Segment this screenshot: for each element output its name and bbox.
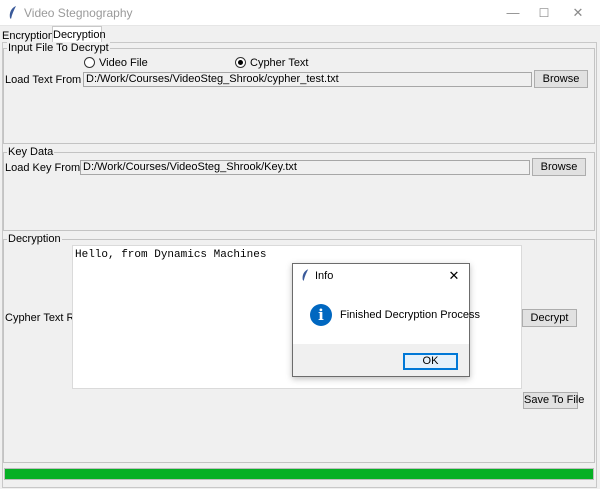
browse-cypher-button[interactable]: Browse [534,70,588,88]
radio-video-file-label[interactable]: Video File [99,57,148,69]
dialog-body: i Finished Decryption Process [293,288,480,344]
window-title: Video Stegnography [24,6,133,20]
decryption-legend: Decryption [7,233,62,245]
feather-icon [9,6,16,19]
browse-key-button[interactable]: Browse [532,158,586,176]
key-data-legend: Key Data [7,146,55,158]
dialog-title: Info [315,270,334,282]
close-button[interactable]: ✕ [561,0,595,26]
info-icon: i [310,304,332,326]
dialog-message: Finished Decryption Process [340,309,481,321]
key-file-path-input[interactable]: D:/Work/Courses/VideoSteg_Shrook/Key.txt [80,160,530,175]
radio-selected-dot [238,60,243,65]
tab-decryption[interactable]: Decryption [52,26,106,43]
radio-cypher-text-label[interactable]: Cypher Text [250,57,309,69]
minimize-button[interactable]: — [496,0,530,26]
dialog-ok-button[interactable]: OK [403,353,458,370]
info-dialog: Info ✕ i Finished Decryption Process OK [292,263,480,377]
decrypt-button[interactable]: Decrypt [522,309,577,327]
dialog-close-button[interactable]: ✕ [443,267,465,285]
tab-encryption[interactable]: Encryption [2,29,54,43]
radio-cypher-text[interactable] [235,57,246,68]
window-titlebar: Video Stegnography — ☐ ✕ [0,0,600,26]
progress-fill [5,469,593,479]
maximize-button[interactable]: ☐ [527,0,561,26]
dialog-titlebar: Info ✕ [293,264,469,288]
cypher-file-path-input[interactable]: D:/Work/Courses/VideoSteg_Shrook/cypher_… [83,72,532,87]
progress-bar [4,468,594,480]
radio-video-file[interactable] [84,57,95,68]
save-to-file-button[interactable]: Save To File [523,392,584,409]
feather-icon [302,269,309,281]
input-file-legend: Input File To Decrypt [7,42,110,54]
